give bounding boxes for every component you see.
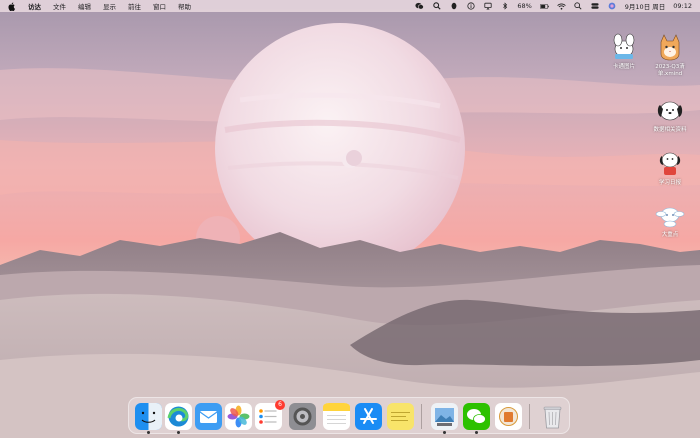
desktop-item-label: 2023-Q3清单.xmind <box>655 64 685 77</box>
trash-icon <box>543 406 562 429</box>
menu-bar: 访达 文件 编辑 显示 前往 窗口 帮助 68% 9月10日 周日 09:12 <box>0 0 700 12</box>
menu-window[interactable]: 窗口 <box>153 1 166 11</box>
cinnamoroll-icon <box>655 207 685 228</box>
bluetooth-icon[interactable] <box>500 2 509 10</box>
dock-finder[interactable] <box>135 403 162 430</box>
desktop-item-label: 学习日报 <box>658 180 681 186</box>
menu-file[interactable]: 文件 <box>53 1 66 11</box>
mail-icon <box>195 403 222 430</box>
dock-edge[interactable] <box>165 403 192 430</box>
preview-icon <box>431 403 458 430</box>
notes-icon <box>323 403 350 430</box>
finder-icon <box>135 403 162 430</box>
dock-photos[interactable] <box>225 403 252 430</box>
desktop-item-data-materials[interactable]: 数据相关资料 <box>648 95 692 134</box>
desktop-wallpaper <box>0 0 700 438</box>
photos-icon <box>225 403 252 430</box>
menu-app-name[interactable]: 访达 <box>28 1 41 11</box>
pochacco-red-icon <box>659 152 681 175</box>
running-indicator <box>177 431 180 434</box>
search-icon[interactable] <box>432 2 441 10</box>
desktop-item-cartoon-images[interactable]: 卡通图片 <box>602 32 646 71</box>
running-indicator <box>147 431 150 434</box>
airplay-icon[interactable] <box>483 2 492 10</box>
apple-icon[interactable] <box>8 2 16 11</box>
desktop-item-label: 大重点 <box>661 232 679 238</box>
stickies-icon <box>387 403 414 430</box>
wechat-icon[interactable] <box>415 2 425 10</box>
pochacco-folder-icon <box>657 101 683 121</box>
dock-trash[interactable] <box>539 403 566 430</box>
dock-notes[interactable] <box>323 403 350 430</box>
dock-app-store[interactable] <box>355 403 382 430</box>
wifi-icon[interactable] <box>557 2 566 10</box>
menu-view[interactable]: 显示 <box>103 1 116 11</box>
settings-icon <box>289 403 316 430</box>
control-center-icon[interactable] <box>591 2 600 10</box>
desktop-item-key-points[interactable]: 大重点 <box>648 200 692 239</box>
dock-reminders[interactable]: 6 <box>255 400 285 430</box>
battery-icon[interactable] <box>539 2 549 10</box>
wechat-icon <box>463 403 490 430</box>
menu-time[interactable]: 09:12 <box>673 2 692 10</box>
qq-icon[interactable] <box>449 2 458 10</box>
desktop-item-xmind-file[interactable]: 2023-Q3清单.xmind <box>648 32 692 78</box>
menu-edit[interactable]: 编辑 <box>78 1 91 11</box>
dock-preview[interactable] <box>431 403 458 430</box>
battery-percent: 68% <box>517 2 532 10</box>
dock-separator <box>529 404 530 429</box>
dock-mail[interactable] <box>195 403 222 430</box>
dock: 6 <box>128 397 570 434</box>
info-icon[interactable] <box>466 2 475 10</box>
dock-stickies[interactable] <box>387 403 414 430</box>
siri-icon[interactable] <box>608 2 617 10</box>
cat-file-icon <box>660 34 680 61</box>
dock-calendar-widget[interactable] <box>495 403 522 430</box>
spotlight-search-icon[interactable] <box>574 2 583 10</box>
menu-help[interactable]: 帮助 <box>178 1 191 11</box>
desktop-item-study-daily[interactable]: 学习日报 <box>648 148 692 187</box>
desktop-item-label: 数据相关资料 <box>653 127 687 133</box>
running-indicator <box>475 431 478 434</box>
running-indicator <box>443 431 446 434</box>
menu-date[interactable]: 9月10日 周日 <box>625 1 665 11</box>
dock-wechat[interactable] <box>463 403 490 430</box>
dock-system-preferences[interactable] <box>289 403 316 430</box>
edge-icon <box>165 403 192 430</box>
desktop-icons: 卡通图片 2023-Q3清单.xmind 数据相关资料 学习日报 大重点 <box>602 30 692 260</box>
menu-go[interactable]: 前往 <box>128 1 141 11</box>
cartoon-folder-icon <box>613 33 635 59</box>
desktop-item-label: 卡通图片 <box>612 64 635 70</box>
notification-badge: 6 <box>275 400 285 410</box>
app-store-icon <box>355 403 382 430</box>
dock-separator <box>421 404 422 429</box>
calendar-widget-icon <box>495 403 522 430</box>
